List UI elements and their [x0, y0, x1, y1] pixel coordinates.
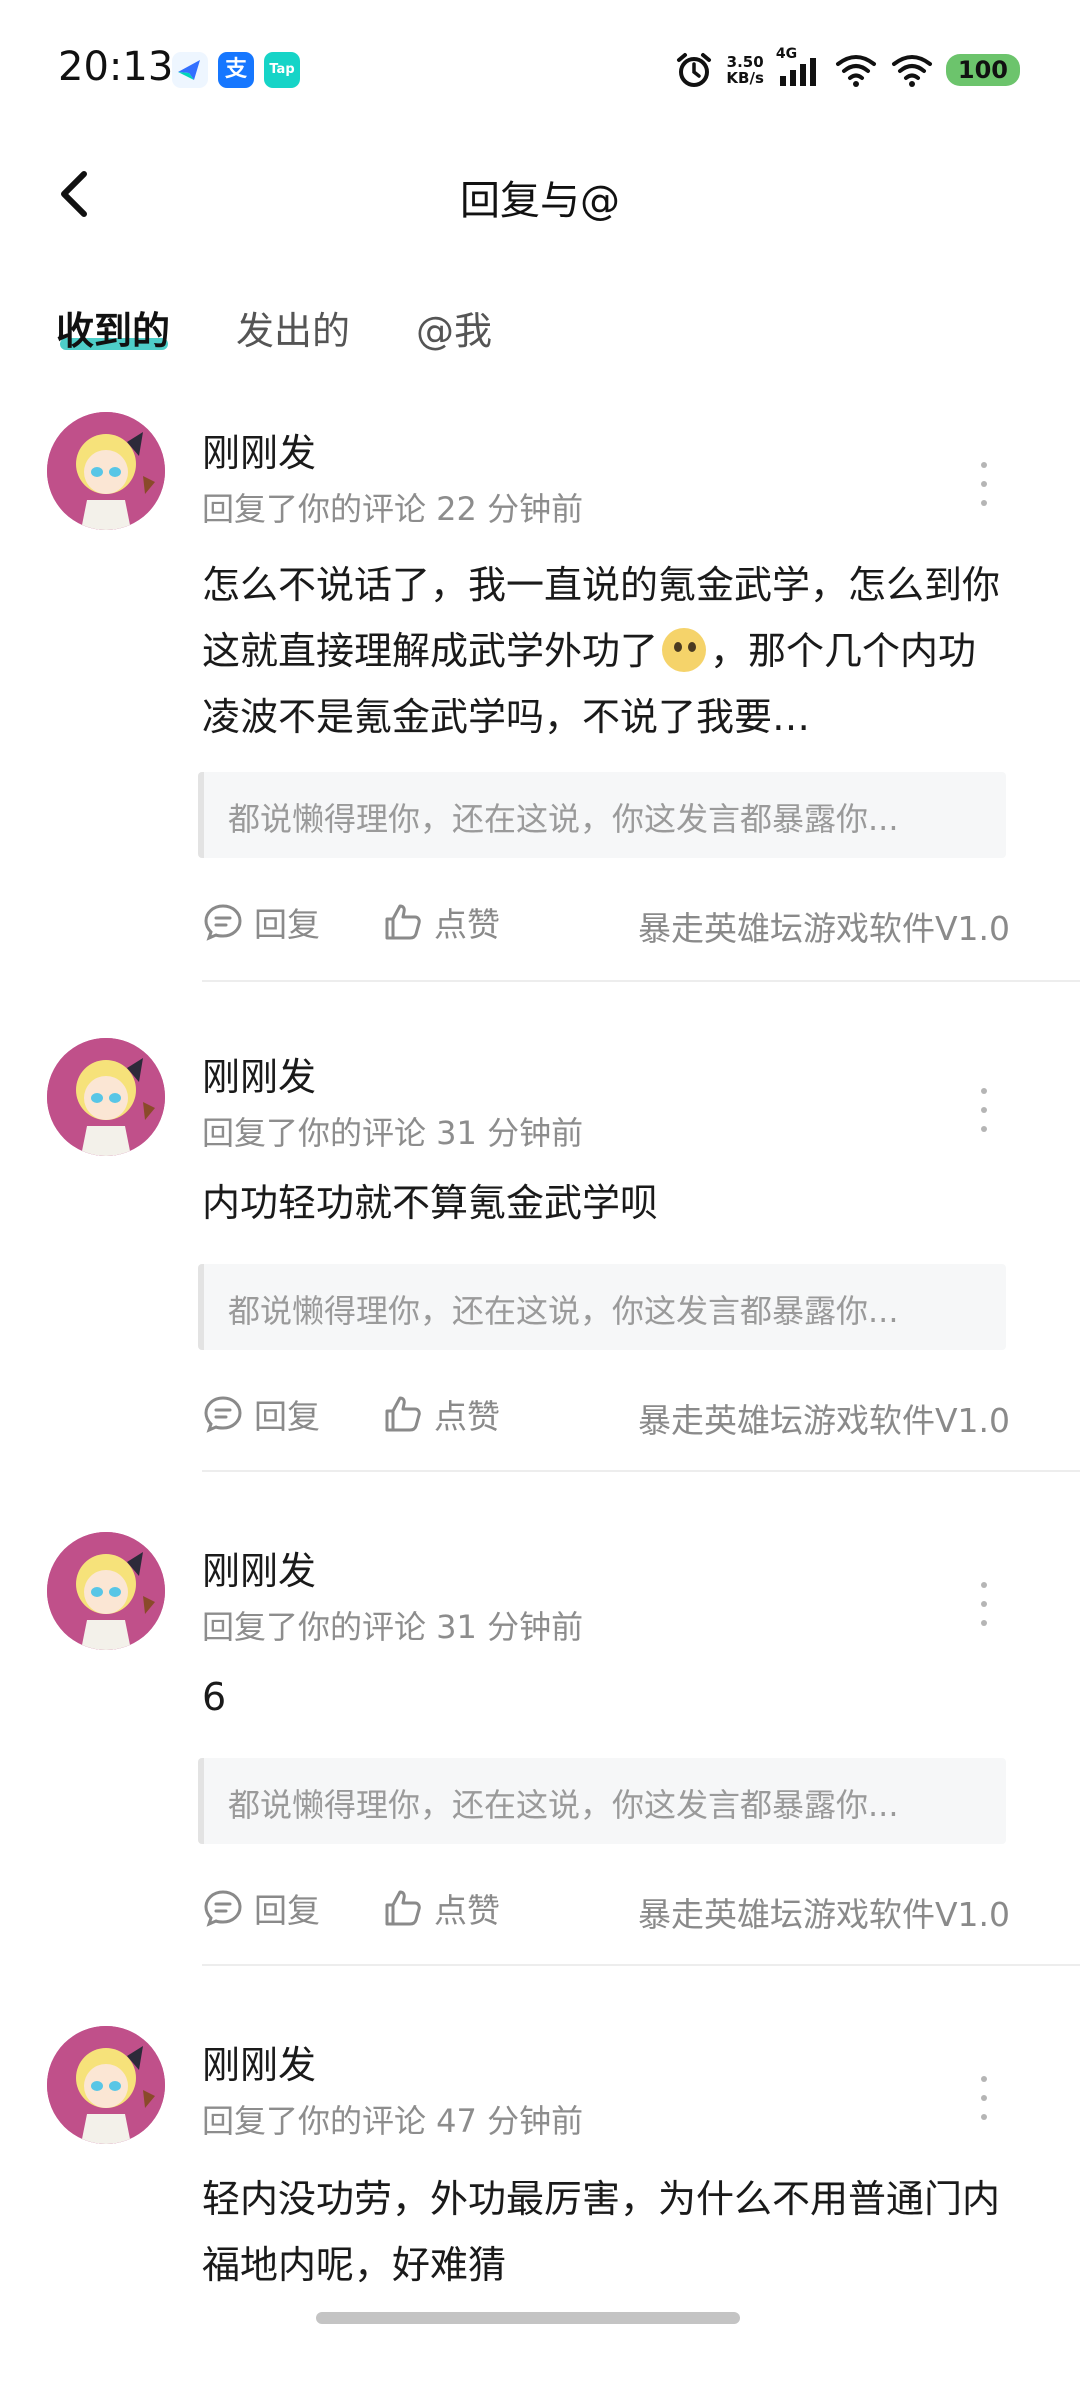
wifi-icon-2	[891, 55, 932, 87]
top-bar: 回复与@	[0, 150, 1080, 240]
network-speed: 3.50 KB/s	[726, 53, 764, 87]
comment-item[interactable]: 刚刚发 回复了你的评论 31 分钟前 内功轻功就不算氪金武学呗 都说懒得理你，还…	[0, 1038, 1080, 1498]
comment-item[interactable]: 刚刚发 回复了你的评论 22 分钟前 怎么不说话了，我一直说的氪金武学，怎么到你…	[0, 412, 1080, 982]
comment-bubble-icon	[204, 1396, 242, 1433]
comment-bubble-icon	[204, 1890, 242, 1927]
avatar[interactable]	[47, 412, 165, 530]
comment-body: 内功轻功就不算氪金武学呗	[202, 1181, 659, 1225]
taptap-icon: Tap	[264, 52, 300, 88]
status-icons: 3.50 KB/s 4G 100	[674, 46, 1020, 92]
more-options-button[interactable]	[972, 2068, 996, 2128]
tab-received[interactable]: 收到的	[56, 300, 170, 355]
tab-sent[interactable]: 发出的	[236, 300, 350, 355]
thumbs-up-icon	[385, 1396, 421, 1432]
comment-meta: 回复了你的评论 47 分钟前	[202, 2102, 584, 2140]
like-button[interactable]: 点赞	[382, 1390, 500, 1438]
username[interactable]: 刚刚发	[202, 422, 316, 477]
thumbs-up-icon	[385, 904, 421, 940]
quoted-text: 都说懒得理你，还在这说，你这发言都暴露你...	[228, 1786, 899, 1824]
avatar[interactable]	[47, 1532, 165, 1650]
comment-actions: 回复 点赞 暴走英雄坛游戏软件V1.0	[202, 1390, 1022, 1440]
comment-body: 怎么不说话了，我一直说的氪金武学，怎么到你这就直接理解成武学外功了 ，那个几个内功…	[202, 563, 1001, 739]
reply-button[interactable]: 回复	[202, 898, 320, 946]
like-button[interactable]: 点赞	[382, 1884, 500, 1932]
tab-mentions[interactable]: @我	[416, 300, 492, 355]
divider	[202, 980, 1080, 982]
username[interactable]: 刚刚发	[202, 1046, 316, 1101]
more-options-button[interactable]	[972, 454, 996, 514]
page-title: 回复与@	[460, 178, 620, 224]
quoted-comment[interactable]: 都说懒得理你，还在这说，你这发言都暴露你...	[198, 772, 1006, 858]
comment-meta: 回复了你的评论 31 分钟前	[202, 1114, 584, 1152]
more-options-button[interactable]	[972, 1574, 996, 1634]
comment-body: 6	[202, 1675, 227, 1719]
more-options-button[interactable]	[972, 1080, 996, 1140]
comment-actions: 回复 点赞 暴走英雄坛游戏软件V1.0	[202, 1884, 1022, 1934]
status-bar: 20:13 支 Tap 3.50 KB/s 4G 100	[0, 0, 1080, 140]
divider	[202, 1964, 1080, 1966]
feishu-icon	[172, 52, 208, 88]
avatar[interactable]	[47, 1038, 165, 1156]
emoji-icon	[662, 628, 707, 672]
quoted-comment[interactable]: 都说懒得理你，还在这说，你这发言都暴露你...	[198, 1264, 1006, 1350]
alipay-icon: 支	[218, 52, 254, 88]
quoted-text: 都说懒得理你，还在这说，你这发言都暴露你...	[228, 1292, 899, 1330]
tab-bar: 收到的 发出的 @我	[0, 290, 1080, 370]
comment-body: 轻内没功劳，外功最厉害，为什么不用普通门内福地内呢，好难猜	[202, 2177, 1001, 2287]
source-label[interactable]: 暴走英雄坛游戏软件V1.0	[638, 902, 1010, 950]
reply-button[interactable]: 回复	[202, 1884, 320, 1932]
comment-actions: 回复 点赞 暴走英雄坛游戏软件V1.0	[202, 898, 1022, 948]
quoted-text: 都说懒得理你，还在这说，你这发言都暴露你...	[228, 800, 899, 838]
divider	[202, 1470, 1080, 1472]
quoted-comment[interactable]: 都说懒得理你，还在这说，你这发言都暴露你...	[198, 1758, 1006, 1844]
comment-meta: 回复了你的评论 31 分钟前	[202, 1608, 584, 1646]
username[interactable]: 刚刚发	[202, 2034, 316, 2089]
signal-icon: 4G	[776, 46, 822, 90]
status-time: 20:13	[58, 44, 174, 90]
like-button[interactable]: 点赞	[382, 898, 500, 946]
wifi-icon	[835, 55, 876, 87]
source-label[interactable]: 暴走英雄坛游戏软件V1.0	[638, 1888, 1010, 1936]
reply-button[interactable]: 回复	[202, 1390, 320, 1438]
thumbs-up-icon	[385, 1890, 421, 1926]
battery-indicator: 100	[945, 54, 1020, 86]
source-label[interactable]: 暴走英雄坛游戏软件V1.0	[638, 1394, 1010, 1442]
comment-item[interactable]: 刚刚发 回复了你的评论 31 分钟前 6 都说懒得理你，还在这说，你这发言都暴露…	[0, 1532, 1080, 1992]
username[interactable]: 刚刚发	[202, 1540, 316, 1595]
home-indicator[interactable]	[316, 2312, 740, 2324]
comment-bubble-icon	[204, 904, 242, 941]
comment-meta: 回复了你的评论 22 分钟前	[202, 490, 584, 528]
avatar[interactable]	[47, 2026, 165, 2144]
comment-item[interactable]: 刚刚发 回复了你的评论 47 分钟前 轻内没功劳，外功最厉害，为什么不用普通门内…	[0, 2026, 1080, 2346]
alarm-icon	[677, 53, 712, 87]
